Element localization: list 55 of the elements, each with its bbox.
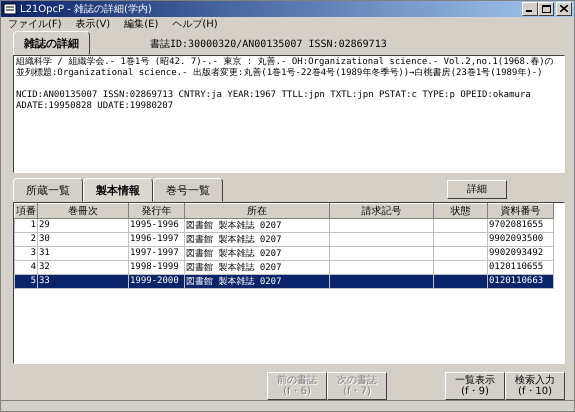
table-cell: 3 <box>30 248 36 258</box>
column-header[interactable]: 所在 <box>184 203 330 218</box>
table-cell: 5 <box>30 276 36 286</box>
menu-item[interactable]: ファイル(F) <box>8 16 62 31</box>
table-cell: 1997-1997 <box>130 248 179 258</box>
window-title: L21OpcP - 雑誌の詳細(学内) <box>20 2 153 16</box>
column-header[interactable]: 請求記号 <box>330 203 434 218</box>
function-button[interactable]: 一覧表示 (f・9) <box>445 372 505 400</box>
table-cell: 図書館 製本雑誌 0207 <box>186 234 282 245</box>
close-icon <box>560 5 568 12</box>
tab[interactable]: 製本情報 <box>83 178 153 202</box>
details-text-area[interactable]: 組織科学 / 組織学会.- 1巻1号 (昭42. 7)-.- 東京 : 丸善.- OH:Organizational science.- Vol.2,no.1(1968.春)の並列標題:Organizational science.- 出版者変更:丸善(1巻1号-22巻4号(1989年冬季号))→白桃書房(23巻1号(1989年)-) NCID:AN00135007 ISSN:02869713 CNTRY:ja YEAR:1967 TTLL:jpn TXTL:jpn PSTAT:c TYPE:p OPEID:okamura ADATE:19950828 UDATE:19980207 <box>13 54 565 173</box>
app-icon <box>3 2 17 15</box>
table-cell: 9702081655 <box>489 220 544 230</box>
table-row[interactable]: 5 33 1999-2000 図書館 製本雑誌 0207 0120110663 <box>14 274 554 288</box>
table-cell: 図書館 製本雑誌 0207 <box>186 248 282 259</box>
table-cell: 1996-1997 <box>130 234 179 244</box>
close-button[interactable] <box>556 2 572 16</box>
column-header[interactable]: 状態 <box>434 203 488 218</box>
maximize-icon <box>542 4 550 13</box>
column-header[interactable]: 項番 <box>14 203 38 218</box>
detail-button[interactable]: 詳細 <box>447 180 507 199</box>
table-row[interactable]: 2 30 1996-1997 図書館 製本雑誌 0207 9902093500 <box>14 232 554 246</box>
maximize-button[interactable] <box>538 2 554 16</box>
minimize-button[interactable] <box>522 2 538 16</box>
tab[interactable]: 雑誌の詳細 <box>13 30 90 55</box>
menu-item[interactable]: ヘルプ(H) <box>172 16 218 31</box>
table-cell: 1999-2000 <box>130 276 179 286</box>
table-cell: 図書館 製本雑誌 0207 <box>186 262 282 273</box>
record-id: 書誌ID:30000320/AN00135007 ISSN:02869713 <box>150 38 387 52</box>
column-header[interactable]: 巻冊次 <box>38 203 128 218</box>
table-cell: 9902093492 <box>489 248 544 258</box>
table-row[interactable]: 4 32 1998-1999 図書館 製本雑誌 0207 0120110655 <box>14 260 554 274</box>
table-cell: 0120110655 <box>489 262 544 272</box>
function-button[interactable]: 検索入力 (f・10) <box>505 372 565 400</box>
table-cell: 図書館 製本雑誌 0207 <box>186 276 282 287</box>
table-cell: 9902093500 <box>489 234 544 244</box>
table-cell: 4 <box>30 262 36 272</box>
table-cell: 1 <box>30 220 36 230</box>
table-cell: 図書館 製本雑誌 0207 <box>186 220 282 231</box>
table-cell: 1995-1996 <box>130 220 179 230</box>
table-cell: 0120110663 <box>489 276 544 286</box>
column-header[interactable]: 発行年 <box>128 203 184 218</box>
table-cell: 31 <box>39 248 50 258</box>
menu-item[interactable]: 表示(V) <box>76 16 110 31</box>
menu-item[interactable]: 編集(E) <box>124 16 158 31</box>
table-row[interactable]: 1 29 1995-1996 図書館 製本雑誌 0207 9702081655 <box>14 218 554 232</box>
table-cell: 32 <box>39 262 50 272</box>
table-row[interactable]: 3 31 1997-1997 図書館 製本雑誌 0207 9902093492 <box>14 246 554 260</box>
table-cell: 29 <box>39 220 50 230</box>
table-cell: 33 <box>39 276 50 286</box>
table-cell: 30 <box>39 234 50 244</box>
column-header[interactable]: 資料番号 <box>488 203 554 218</box>
table-cell: 1998-1999 <box>130 262 179 272</box>
table-cell: 2 <box>30 234 36 244</box>
